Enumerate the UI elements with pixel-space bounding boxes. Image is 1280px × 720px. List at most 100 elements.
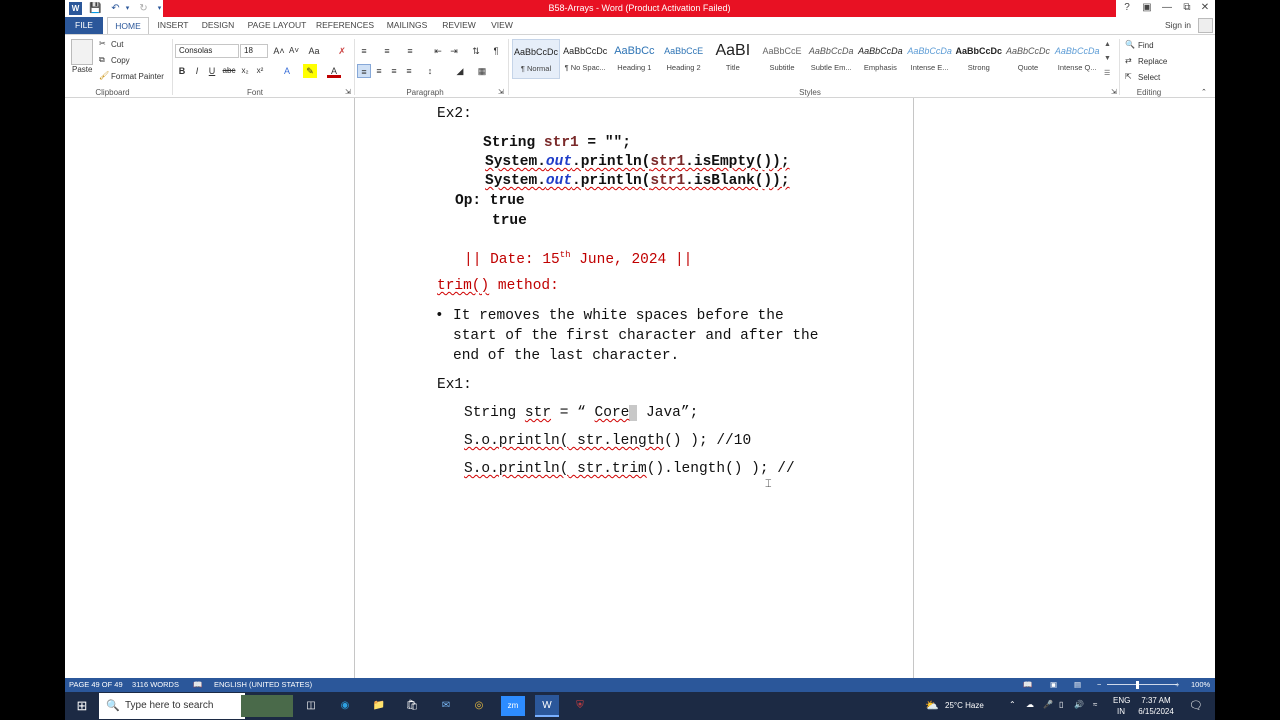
font-dialog-launcher-icon[interactable]: ⇲ <box>345 88 351 96</box>
numbering-icon[interactable]: ≡ <box>380 44 394 58</box>
bullets-icon[interactable]: ≡ <box>357 44 371 58</box>
style-tile[interactable]: AaBbCcDa Subtle Em... <box>807 39 855 79</box>
font-name-select[interactable]: Consolas <box>175 44 239 58</box>
collapse-ribbon-icon[interactable]: ⌃ <box>1201 88 1207 96</box>
app-shield-icon[interactable]: ⛨ <box>568 692 592 720</box>
find-button[interactable]: Find <box>1138 41 1154 50</box>
zoom-level[interactable]: 100% <box>1191 678 1210 692</box>
save-icon[interactable]: 💾 <box>89 2 102 15</box>
help-icon[interactable]: ? <box>1119 1 1135 15</box>
ribbon-display-options-icon[interactable]: ▣ <box>1139 1 1155 15</box>
clear-formatting-icon[interactable]: ✗ <box>335 44 349 58</box>
justify-icon[interactable]: ≡ <box>402 64 416 78</box>
show-hidden-icons-icon[interactable]: ⌃ <box>1009 700 1016 709</box>
clock-date[interactable]: 6/15/2024 <box>1135 707 1177 716</box>
line-spacing-icon[interactable]: ↕ <box>423 64 437 78</box>
page-count[interactable]: PAGE 49 OF 49 <box>69 678 123 692</box>
select-button[interactable]: Select <box>1138 73 1160 82</box>
sign-in-link[interactable]: Sign in <box>1165 17 1191 34</box>
microphone-icon[interactable]: 🎤 <box>1043 700 1053 709</box>
cut-button[interactable]: Cut <box>111 40 123 49</box>
tab-mailings[interactable]: MAILINGS <box>381 17 433 34</box>
style-tile[interactable]: AaBbCcDa Intense Q... <box>1053 39 1101 79</box>
select-icon[interactable]: ⇱ <box>1125 72 1132 81</box>
minimize-icon[interactable]: — <box>1159 1 1175 15</box>
language-line-1[interactable]: ENG <box>1113 696 1130 705</box>
bold-icon[interactable]: B <box>175 64 189 78</box>
format-painter-icon[interactable]: 🖌 <box>99 71 109 80</box>
change-case-icon[interactable]: Aa <box>307 44 321 58</box>
restore-icon[interactable]: ⧉ <box>1179 1 1195 15</box>
decrease-indent-icon[interactable]: ⇤ <box>431 44 445 58</box>
styles-scroll-up-icon[interactable]: ▲ <box>1104 41 1111 48</box>
file-explorer-icon[interactable]: 📁 <box>367 692 391 720</box>
paste-icon[interactable] <box>71 39 93 65</box>
replace-button[interactable]: Replace <box>1138 57 1167 66</box>
zoom-in-icon[interactable]: + <box>1175 678 1179 692</box>
search-highlight-image[interactable] <box>241 695 293 717</box>
battery-icon[interactable]: ▯ <box>1059 700 1063 709</box>
style-tile[interactable]: AaBI Title <box>709 39 757 79</box>
increase-indent-icon[interactable]: ⇥ <box>447 44 461 58</box>
account-avatar-icon[interactable] <box>1198 18 1213 33</box>
windows-start-icon[interactable]: ⊞ <box>69 692 95 720</box>
weather-icon[interactable]: ⛅ <box>925 699 939 712</box>
task-view-icon[interactable]: ◫ <box>299 692 323 720</box>
superscript-icon[interactable]: x² <box>253 64 267 78</box>
style-tile[interactable]: AaBbCc Heading 1 <box>610 39 658 79</box>
tab-insert[interactable]: INSERT <box>153 17 193 34</box>
tab-home[interactable]: HOME <box>107 17 149 34</box>
print-layout-icon[interactable]: ▣ <box>1050 678 1057 692</box>
zoom-out-icon[interactable]: − <box>1097 678 1101 692</box>
weather-text[interactable]: 25°C Haze <box>945 701 984 710</box>
zoom-app-icon[interactable]: zm <box>501 696 525 716</box>
shrink-font-icon[interactable]: A˅ <box>287 44 301 58</box>
styles-dialog-launcher-icon[interactable]: ⇲ <box>1111 88 1117 96</box>
tab-review[interactable]: REVIEW <box>439 17 479 34</box>
styles-more-icon[interactable]: ☰ <box>1104 69 1110 77</box>
copy-button[interactable]: Copy <box>111 56 130 65</box>
language-line-2[interactable]: IN <box>1117 707 1125 716</box>
paragraph-dialog-launcher-icon[interactable]: ⇲ <box>498 88 504 96</box>
style-tile[interactable]: AaBbCcDa Emphasis <box>856 39 904 79</box>
network-icon[interactable]: ≈ <box>1093 700 1097 709</box>
chrome-icon[interactable]: ◎ <box>467 692 491 720</box>
font-size-select[interactable]: 18 <box>240 44 268 58</box>
tab-references[interactable]: REFERENCES <box>315 17 375 34</box>
redo-icon[interactable]: ↻ <box>137 2 150 15</box>
edge-icon[interactable]: ◉ <box>333 692 357 720</box>
text-effects-icon[interactable]: A <box>280 64 294 78</box>
strikethrough-icon[interactable]: abc <box>222 64 236 78</box>
format-painter-button[interactable]: Format Painter <box>111 72 164 81</box>
volume-icon[interactable]: 🔊 <box>1074 700 1084 709</box>
style-tile[interactable]: AaBbCcDc Quote <box>1004 39 1052 79</box>
align-right-icon[interactable]: ≡ <box>387 64 401 78</box>
subscript-icon[interactable]: x₂ <box>238 64 252 78</box>
borders-icon[interactable]: ▦ <box>475 64 489 78</box>
tab-page-layout[interactable]: PAGE LAYOUT <box>245 17 309 34</box>
document-page[interactable]: Ex2: String str1 = ""; System.out.printl… <box>354 98 914 678</box>
undo-dropdown-icon[interactable]: ▾ <box>121 2 134 15</box>
taskbar-search-box[interactable]: Type here to search <box>99 693 245 719</box>
grow-font-icon[interactable]: A˄ <box>272 44 286 58</box>
align-left-icon[interactable]: ≡ <box>357 64 371 78</box>
copy-icon[interactable]: ⧉ <box>99 55 105 65</box>
notifications-icon[interactable]: 🗨 <box>1189 699 1203 712</box>
style-tile[interactable]: AaBbCcE Heading 2 <box>660 39 708 79</box>
font-color-icon[interactable]: A <box>327 64 341 78</box>
web-layout-icon[interactable]: ▤ <box>1074 678 1081 692</box>
zoom-slider-thumb[interactable] <box>1136 681 1139 689</box>
tab-view[interactable]: VIEW <box>485 17 519 34</box>
clock-time[interactable]: 7:37 AM <box>1137 696 1175 705</box>
underline-icon[interactable]: U <box>205 64 219 78</box>
align-center-icon[interactable]: ≡ <box>372 64 386 78</box>
mail-icon[interactable]: ✉ <box>434 692 458 720</box>
style-tile[interactable]: AaBbCcE Subtitle <box>758 39 806 79</box>
close-icon[interactable]: ✕ <box>1197 1 1213 15</box>
store-icon[interactable]: 🛍 <box>400 692 424 720</box>
highlight-icon[interactable]: ✎ <box>303 64 317 78</box>
cut-icon[interactable]: ✂ <box>99 39 106 48</box>
style-tile[interactable]: AaBbCcDc Strong <box>955 39 1003 79</box>
tab-file[interactable]: FILE <box>65 17 103 34</box>
word-count[interactable]: 3116 WORDS <box>132 678 179 692</box>
